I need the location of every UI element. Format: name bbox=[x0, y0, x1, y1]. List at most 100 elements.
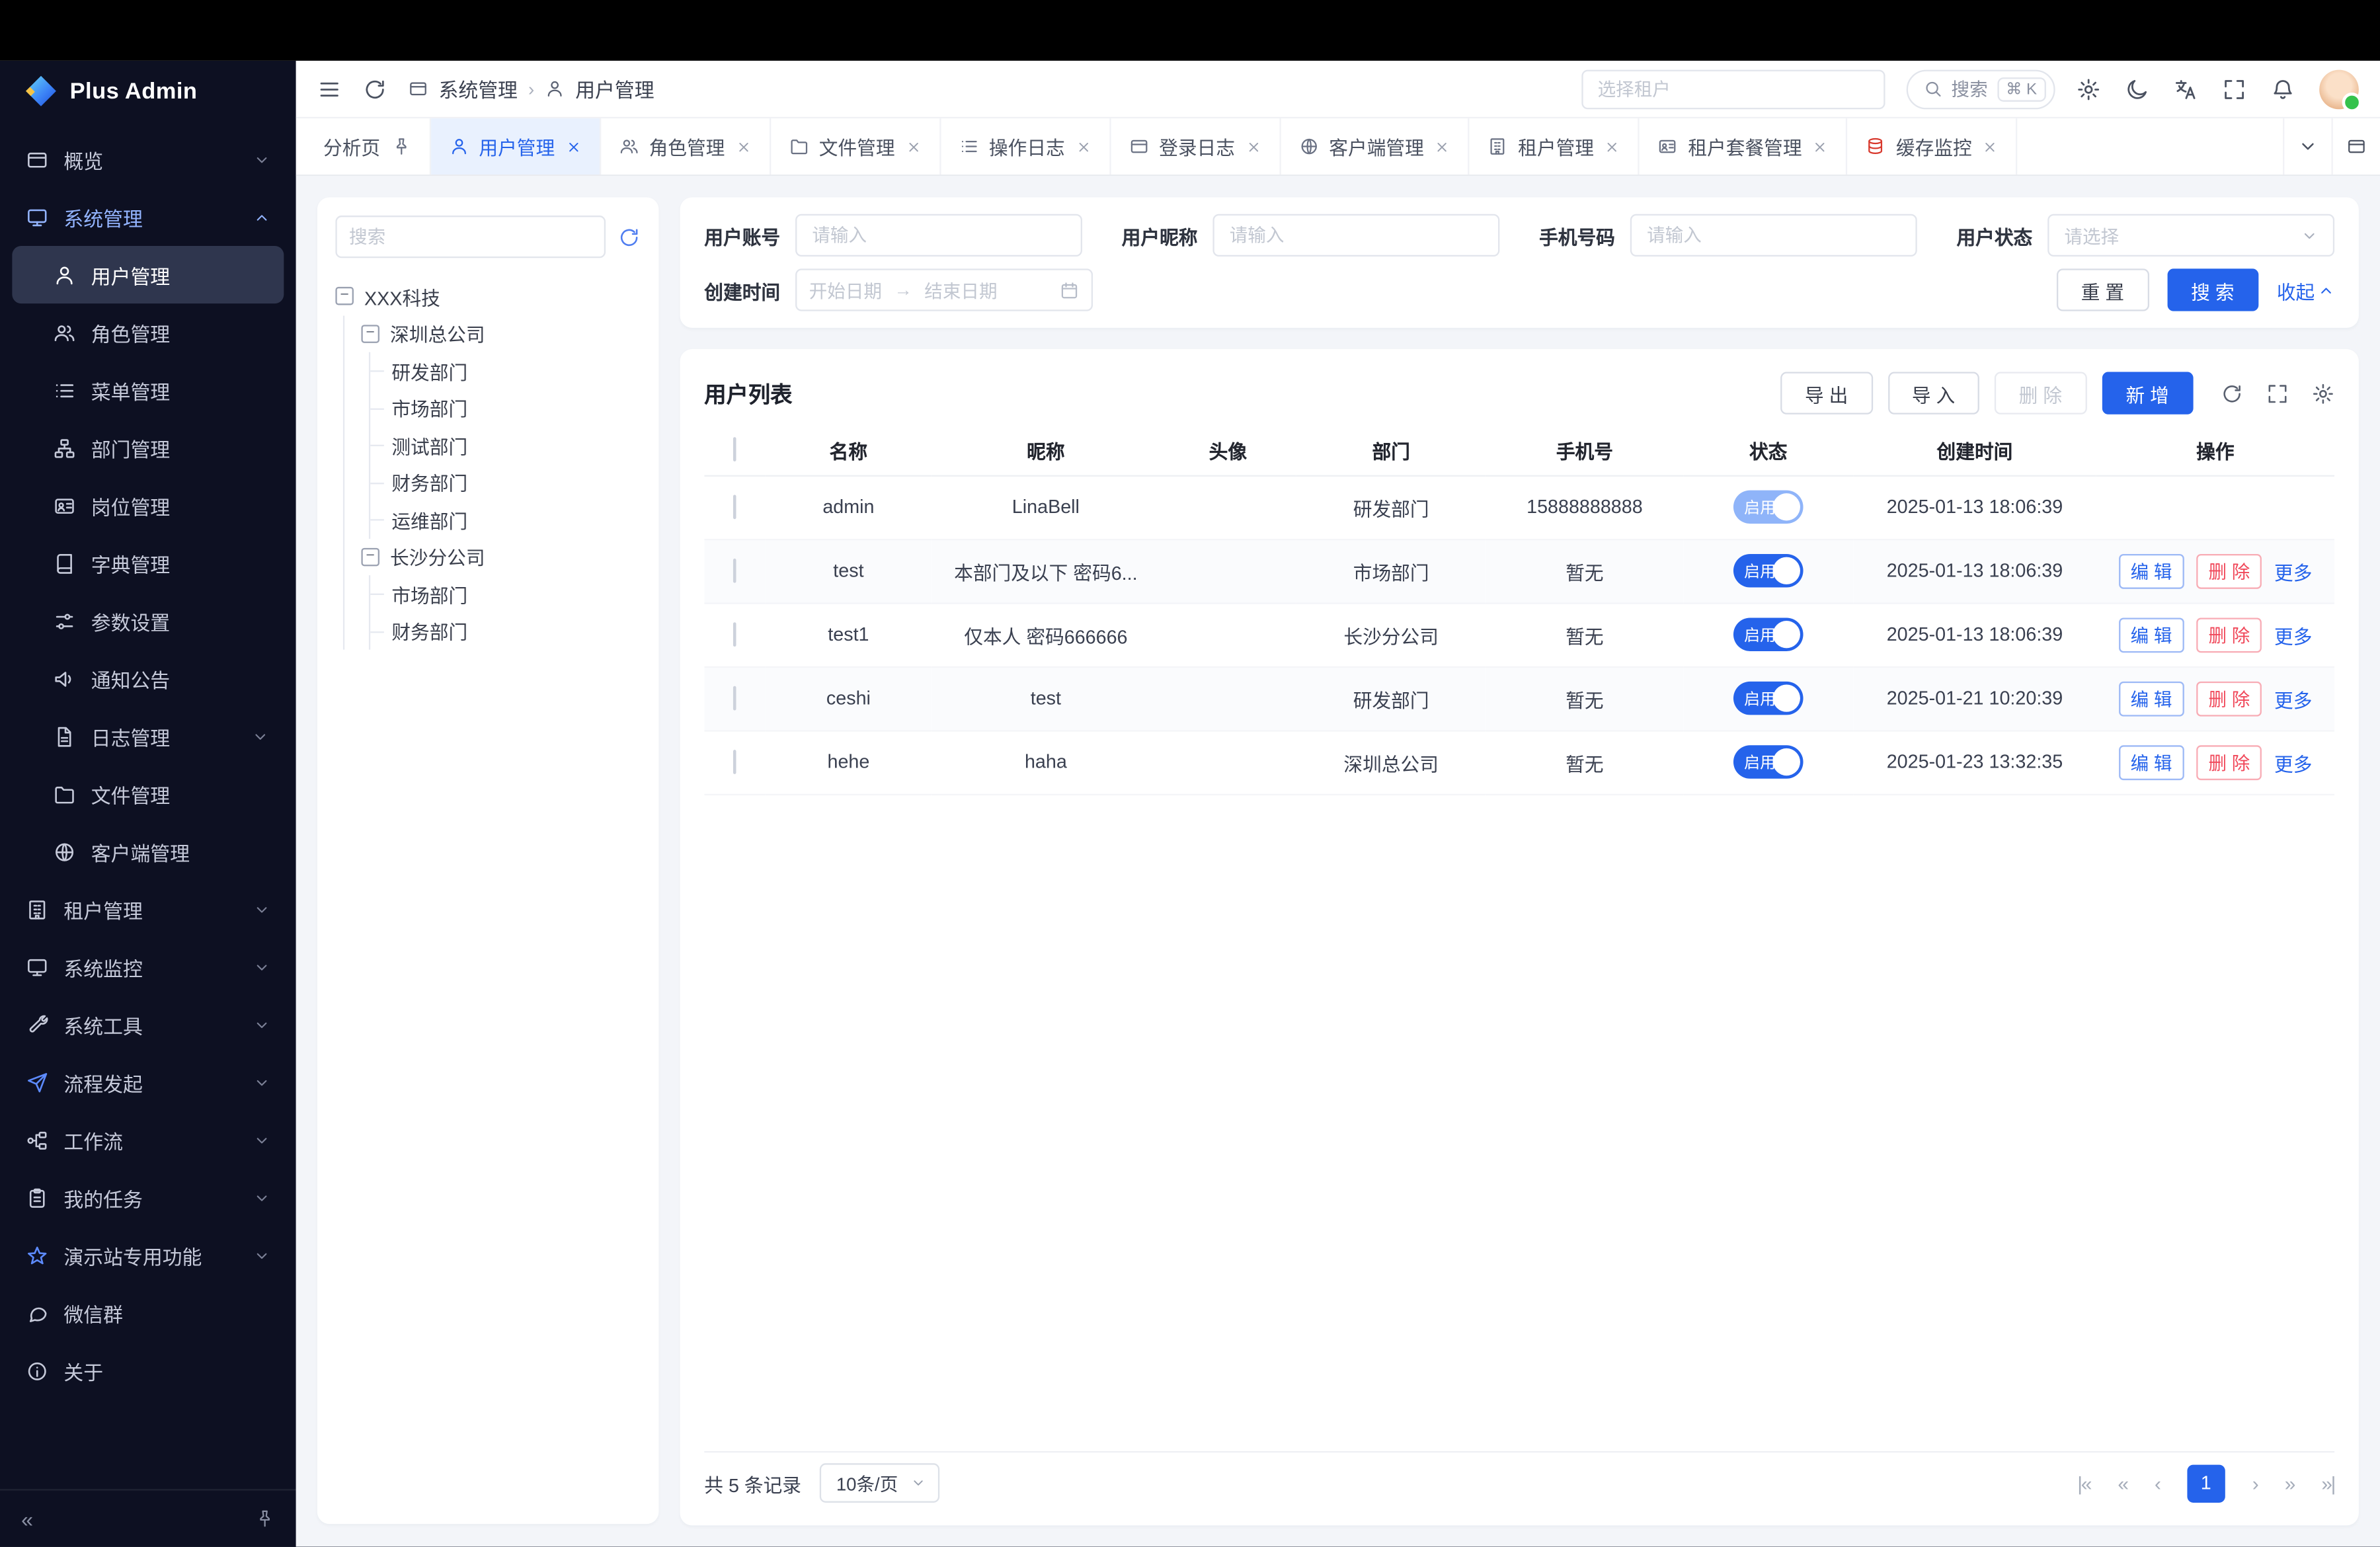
refresh-icon[interactable] bbox=[363, 77, 387, 101]
tree-node-department[interactable]: 运维部门 bbox=[387, 501, 640, 538]
page-size-select[interactable]: 10条/页 bbox=[820, 1463, 939, 1503]
sidebar-item-post-management[interactable]: 岗位管理 bbox=[12, 477, 284, 534]
tab-login-log[interactable]: 登录日志 bbox=[1111, 118, 1281, 175]
sidebar-item-tenant-management[interactable]: 租户管理 bbox=[0, 881, 296, 938]
close-icon[interactable] bbox=[1605, 139, 1620, 154]
tree-refresh-icon[interactable] bbox=[617, 225, 640, 248]
refresh-icon[interactable] bbox=[2221, 381, 2243, 404]
tab-role-management[interactable]: 角色管理 bbox=[600, 118, 770, 175]
close-icon[interactable] bbox=[1246, 139, 1261, 154]
edit-button[interactable]: 编 辑 bbox=[2118, 617, 2184, 652]
sidebar-item-system-management[interactable]: 系统管理 bbox=[0, 188, 296, 246]
tree-node-department[interactable]: 市场部门 bbox=[387, 575, 640, 612]
import-button[interactable]: 导 入 bbox=[1887, 372, 1979, 415]
tab-file-management[interactable]: 文件管理 bbox=[770, 118, 940, 175]
edit-button[interactable]: 编 辑 bbox=[2118, 681, 2184, 716]
status-toggle[interactable]: 启用 bbox=[1733, 491, 1804, 524]
delete-row-button[interactable]: 删 除 bbox=[2196, 744, 2262, 779]
row-checkbox[interactable] bbox=[733, 495, 736, 519]
global-search-button[interactable]: 搜索 ⌘ K bbox=[1906, 69, 2055, 108]
current-page-button[interactable]: 1 bbox=[2187, 1464, 2225, 1501]
sidebar-item-system-tools[interactable]: 系统工具 bbox=[0, 996, 296, 1053]
sidebar-item-log-management[interactable]: 日志管理 bbox=[12, 707, 284, 765]
table-row[interactable]: admin LinaBell 研发部门 15888888888 启用 2025-… bbox=[704, 475, 2334, 539]
status-toggle[interactable]: 启用 bbox=[1733, 682, 1804, 715]
user-avatar[interactable] bbox=[2319, 69, 2359, 108]
dark-mode-moon-icon[interactable] bbox=[2125, 77, 2149, 101]
close-icon[interactable] bbox=[1813, 139, 1828, 154]
add-button[interactable]: 新 增 bbox=[2102, 372, 2194, 415]
tree-node-department[interactable]: 测试部门 bbox=[387, 426, 640, 463]
sidebar-item-my-tasks[interactable]: 我的任务 bbox=[0, 1169, 296, 1226]
more-link[interactable]: 更多 bbox=[2274, 556, 2312, 585]
tree-node-branch[interactable]: − 长沙分公司 bbox=[361, 538, 640, 575]
more-link[interactable]: 更多 bbox=[2274, 684, 2312, 713]
delete-row-button[interactable]: 删 除 bbox=[2196, 553, 2262, 588]
select-all-checkbox[interactable] bbox=[733, 438, 736, 462]
sidebar-item-department-management[interactable]: 部门管理 bbox=[12, 419, 284, 477]
table-row[interactable]: hehe haha 深圳总公司 暂无 启用 2025-01-23 13:32:3… bbox=[704, 730, 2334, 793]
collapse-toggle-icon[interactable]: − bbox=[335, 288, 354, 306]
tree-node-branch[interactable]: − 深圳总公司 bbox=[361, 315, 640, 352]
sidebar-item-demo-features[interactable]: 演示站专用功能 bbox=[0, 1226, 296, 1284]
close-icon[interactable] bbox=[1983, 139, 1998, 154]
sidebar-item-menu-management[interactable]: 菜单管理 bbox=[12, 361, 284, 418]
sidebar-item-process-initiation[interactable]: 流程发起 bbox=[0, 1053, 296, 1111]
notification-bell-icon[interactable] bbox=[2271, 77, 2295, 101]
delete-button[interactable]: 删 除 bbox=[1995, 372, 2086, 415]
pin-icon[interactable] bbox=[391, 137, 411, 157]
sidebar-item-notice[interactable]: 通知公告 bbox=[12, 650, 284, 707]
tab-operation-log[interactable]: 操作日志 bbox=[940, 118, 1110, 175]
pin-icon[interactable] bbox=[255, 1509, 275, 1528]
more-link[interactable]: 更多 bbox=[2274, 620, 2312, 649]
reset-button[interactable]: 重 置 bbox=[2057, 268, 2149, 311]
table-row[interactable]: ceshi test 研发部门 暂无 启用 2025-01-21 10:20:3… bbox=[704, 666, 2334, 730]
tree-node-department[interactable]: 财务部门 bbox=[387, 463, 640, 500]
tab-list-dropdown-button[interactable] bbox=[2283, 118, 2331, 175]
collapse-toggle-icon[interactable]: − bbox=[361, 325, 379, 343]
delete-row-button[interactable]: 删 除 bbox=[2196, 681, 2262, 716]
hamburger-menu-icon[interactable] bbox=[317, 77, 342, 101]
sidebar-item-client-management[interactable]: 客户端管理 bbox=[12, 822, 284, 880]
breadcrumb-root[interactable]: 系统管理 bbox=[439, 75, 518, 104]
next-group-button[interactable]: » bbox=[2285, 1472, 2294, 1494]
next-page-button[interactable]: › bbox=[2252, 1472, 2258, 1494]
tenant-select-input[interactable] bbox=[1581, 69, 1884, 108]
tree-node-department[interactable]: 市场部门 bbox=[387, 389, 640, 426]
sidebar-item-role-management[interactable]: 角色管理 bbox=[12, 303, 284, 361]
sidebar-item-file-management[interactable]: 文件管理 bbox=[12, 765, 284, 822]
settings-gear-icon[interactable] bbox=[2077, 77, 2101, 101]
search-button[interactable]: 搜 索 bbox=[2166, 268, 2258, 311]
tree-search-input[interactable] bbox=[335, 216, 606, 258]
first-page-button[interactable]: |« bbox=[2077, 1472, 2090, 1494]
sidebar-item-workflow[interactable]: 工作流 bbox=[0, 1111, 296, 1169]
brand-logo[interactable]: Plus Admin bbox=[0, 61, 296, 122]
edit-button[interactable]: 编 辑 bbox=[2118, 744, 2184, 779]
fullscreen-icon[interactable] bbox=[2266, 381, 2289, 404]
sidebar-item-system-monitor[interactable]: 系统监控 bbox=[0, 938, 296, 996]
date-range-picker[interactable]: 开始日期 → 结束日期 bbox=[795, 268, 1093, 311]
prev-group-button[interactable]: « bbox=[2118, 1472, 2127, 1494]
sidebar-collapse-button[interactable]: « bbox=[21, 1507, 33, 1531]
sidebar-item-wechat-group[interactable]: 微信群 bbox=[0, 1284, 296, 1341]
account-input[interactable] bbox=[795, 214, 1082, 257]
export-button[interactable]: 导 出 bbox=[1780, 372, 1872, 415]
tab-analysis[interactable]: 分析页 bbox=[305, 118, 430, 175]
sidebar-item-parameter-settings[interactable]: 参数设置 bbox=[12, 592, 284, 649]
table-row[interactable]: test 本部门及以下 密码6... 市场部门 暂无 启用 2025-01-13… bbox=[704, 539, 2334, 602]
close-icon[interactable] bbox=[735, 139, 750, 154]
phone-input[interactable] bbox=[1630, 214, 1917, 257]
sidebar-item-overview[interactable]: 概览 bbox=[0, 130, 296, 188]
sidebar-item-dict-management[interactable]: 字典管理 bbox=[12, 534, 284, 592]
tab-layout-button[interactable] bbox=[2332, 118, 2380, 175]
close-icon[interactable] bbox=[1435, 139, 1450, 154]
sidebar-item-about[interactable]: 关于 bbox=[0, 1342, 296, 1400]
prev-page-button[interactable]: ‹ bbox=[2155, 1472, 2160, 1494]
collapse-filters-link[interactable]: 收起 bbox=[2277, 276, 2334, 305]
tab-cache-monitor[interactable]: 缓存监控 bbox=[1847, 118, 2017, 175]
close-icon[interactable] bbox=[1076, 139, 1091, 154]
collapse-toggle-icon[interactable]: − bbox=[361, 547, 379, 566]
tab-user-management[interactable]: 用户管理 bbox=[430, 118, 600, 175]
status-toggle[interactable]: 启用 bbox=[1733, 745, 1804, 779]
sidebar-item-user-management[interactable]: 用户管理 bbox=[12, 246, 284, 303]
